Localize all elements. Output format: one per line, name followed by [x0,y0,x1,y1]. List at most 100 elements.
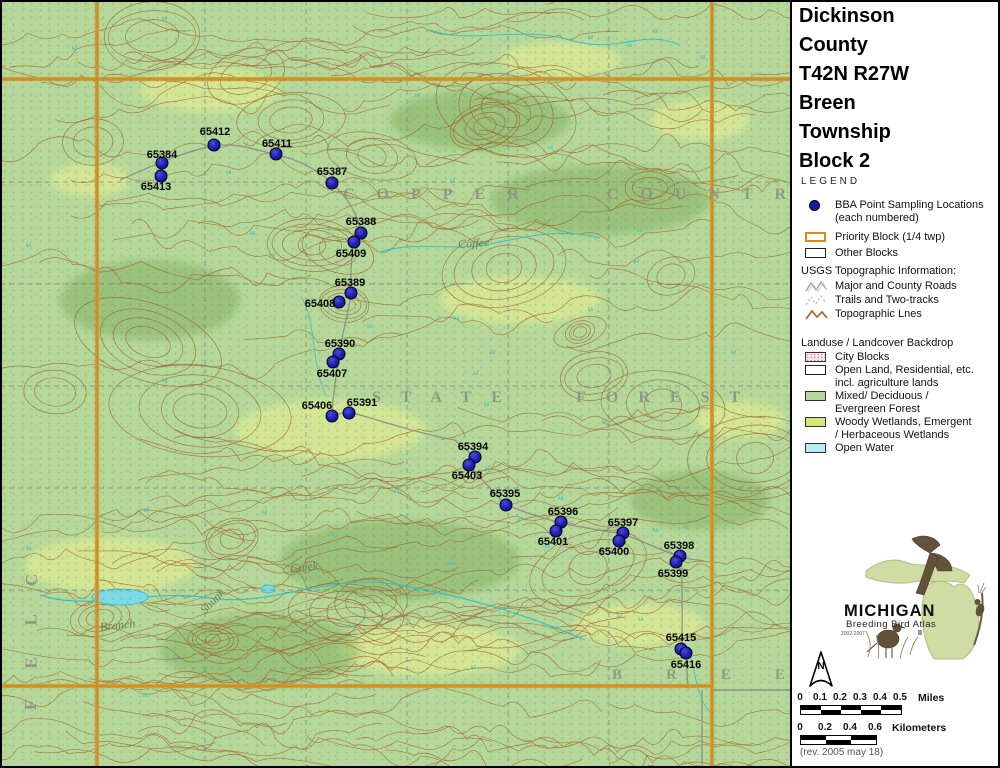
scale-segment [841,710,861,714]
other-blocks-swatch [805,248,826,258]
scale-segment [826,740,851,744]
map-canvas [0,0,790,768]
legend-label: Open Water [835,442,894,455]
legend-label-line: Woody Wetlands, Emergent [835,416,972,428]
pond [92,589,148,605]
sampling-point-label: 65394 [458,441,489,453]
legend-item-topo-lines: Topographic Lnes [805,308,922,321]
scale-segment [851,740,876,744]
scale-segment [801,740,826,744]
legend-label-line: incl. agriculture lands [835,377,938,389]
legend-item-city-blocks: City Blocks [805,351,889,364]
legend-label: Open Land, Residential, etc.incl. agricu… [835,364,974,389]
sampling-point-65412 [208,139,221,152]
sampling-point-label: 65395 [490,488,521,500]
legend-label: BBA Point Sampling Locations(each number… [835,199,984,224]
legend-item-open-water: Open Water [805,442,894,455]
scale-tick: 0.2 [833,692,847,703]
legend-item-bba-points: BBA Point Sampling Locations(each number… [805,199,984,224]
scale-segment [821,710,841,714]
sampling-point-65395 [500,499,513,512]
legend-item-priority-block: Priority Block (1/4 twp) [805,231,945,244]
legend-item-mixed-forest: Mixed/ Deciduous /Evergreen Forest [805,390,929,415]
revision-note: (rev. 2005 may 18) [800,747,883,758]
edge-place-letter: F [21,700,41,710]
water-feature-label: Coffee [458,235,490,252]
legend-label: Priority Block (1/4 twp) [835,231,945,244]
open-water-swatch [805,443,826,453]
sampling-point-label: 65406 [302,400,333,412]
scale-tick: 0.6 [868,722,882,733]
km-unit-label: Kilometers [892,722,946,734]
edge-place-letter: E [22,657,42,668]
mixed-forest-swatch [805,391,826,401]
swatch-cell [805,390,828,402]
sampling-point-label: 65391 [347,397,378,409]
sampling-point-label: 65415 [666,632,697,644]
swatch-cell [805,364,828,376]
legend-label: Mixed/ Deciduous /Evergreen Forest [835,390,929,415]
pond [261,585,275,593]
woody-wetlands-swatch [805,417,826,427]
sampling-point-label: 65388 [346,216,377,228]
scale-segment [881,710,901,714]
city-blocks-swatch [805,352,826,362]
sampling-point-65409 [348,236,361,249]
usgs-section-header: USGS Topographic Information: [801,265,956,277]
scale-tick: 0.1 [813,692,827,703]
scale-segment [861,710,881,714]
sampling-point-label: 65409 [336,248,367,260]
legend-label-line: / Herbaceous Wetlands [835,429,949,441]
sampling-point-label: 65384 [147,149,178,161]
roads-line-icon [805,280,828,293]
bba-point-icon [809,200,820,211]
trails-line-icon [805,294,828,307]
scale-tick: 0.5 [893,692,907,703]
logo-state-name: MICHIGAN [844,602,935,620]
topographic-line-icon [805,308,828,321]
page-title: Dickinson County T42N R27W Breen Townshi… [799,2,909,176]
swatch-cell [805,231,828,243]
scale-tick: 0 [797,692,803,703]
sampling-point-label: 65407 [317,368,348,380]
legend-label: Topographic Lnes [835,308,922,321]
mbba-logo: MICHIGAN Breeding Bird Atlas 2002-2007 I… [834,531,994,665]
legend-label-line: Evergreen Forest [835,403,920,415]
legend-label: City Blocks [835,351,889,364]
open-land-swatch [805,365,826,375]
swatch-cell [805,308,828,320]
legend-item-trails: Trails and Two-tracks [805,294,939,307]
north-arrow-icon: N [806,650,836,692]
legend-label: Trails and Two-tracks [835,294,939,307]
scale-tick: 0.3 [853,692,867,703]
logo-subtitle: Breeding Bird Atlas [846,619,936,630]
swatch-cell [805,442,828,454]
sampling-point-label: 65390 [325,338,356,350]
swatch-cell [805,199,828,211]
km-scale-ticks: 00.20.40.6 [800,722,875,734]
sampling-point-65399 [670,556,683,569]
legend-label: Major and County Roads [835,280,957,293]
legend-label: Other Blocks [835,247,898,260]
legend-item-open-land: Open Land, Residential, etc.incl. agricu… [805,364,974,389]
swatch-cell [805,294,828,306]
scale-tick: 0.4 [843,722,857,733]
side-panel: Dickinson County T42N R27W Breen Townshi… [792,0,1000,768]
north-label: N [817,661,824,672]
legend-item-other-blocks: Other Blocks [805,247,898,260]
sampling-point-65416 [680,647,693,660]
scale-segment [801,710,821,714]
swatch-cell [805,247,828,259]
legend-item-woody-wetlands: Woody Wetlands, Emergent/ Herbaceous Wet… [805,416,972,441]
sampling-point-label: 65399 [658,568,689,580]
logo-numeral: II [918,630,922,637]
sampling-point-label: 65401 [538,536,569,548]
michigan-upper-peninsula [866,560,970,583]
sampling-point-label: 65387 [317,166,348,178]
sampling-point-label: 65389 [335,277,366,289]
miles-scale-bar [800,705,902,715]
legend-label-line: Open Land, Residential, etc. [835,364,974,376]
sampling-point-label: 65397 [608,517,639,529]
swatch-cell [805,351,828,363]
edge-place-letter: L [22,614,42,625]
